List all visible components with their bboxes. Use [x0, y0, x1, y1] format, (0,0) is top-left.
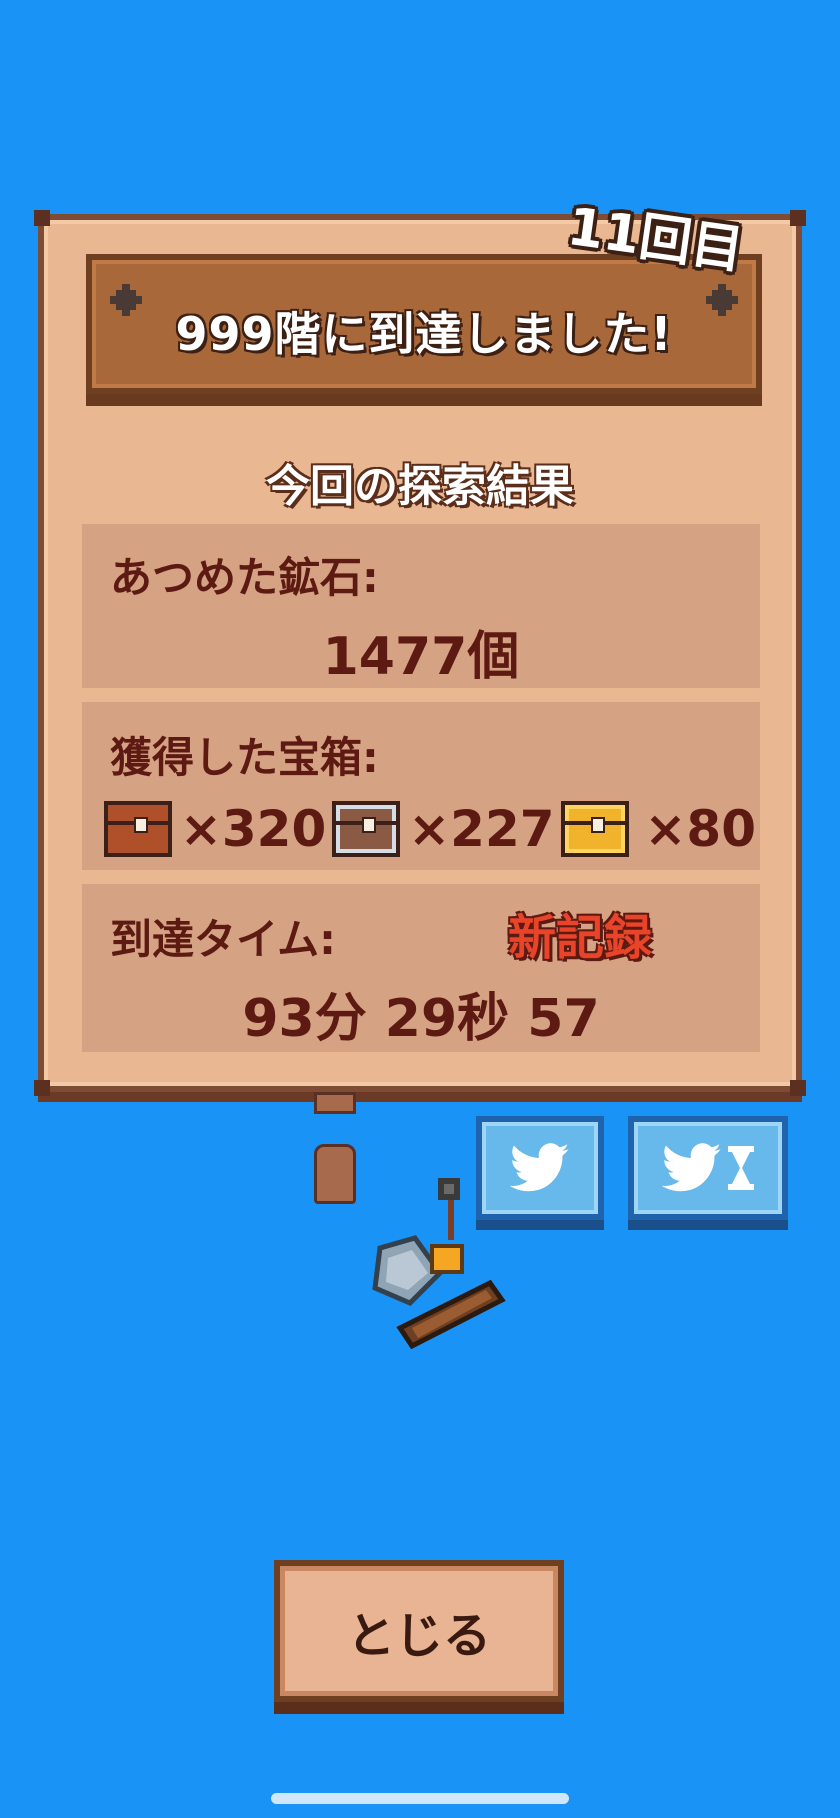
section-title: 今回の探索結果 [266, 461, 574, 512]
home-indicator [271, 1793, 569, 1804]
panel-corner [790, 1080, 806, 1096]
panel-corner [34, 1080, 50, 1096]
panel-corner [790, 210, 806, 226]
panel-corner [34, 210, 50, 226]
time-value: 93分 29秒 57 [242, 989, 600, 1049]
bronze-chest-count: ×320 [180, 800, 327, 858]
result-banner: 999階に到達しました! [86, 254, 762, 394]
twitter-bird-icon [662, 1143, 721, 1192]
twitter-bird-icon [510, 1143, 569, 1192]
new-record-badge: 新記録 [508, 910, 653, 966]
ore-result-box: あつめた鉱石: 1477個 [82, 524, 760, 688]
ore-label: あつめた鉱石: [110, 553, 379, 602]
rope-segment [314, 1092, 356, 1114]
close-button[interactable]: とじる [274, 1560, 564, 1702]
chest-result-box: 獲得した宝箱: ×320 ×227 ×80 [82, 702, 760, 870]
ore-count: 1477個 [322, 627, 520, 687]
silver-chest-count: ×227 [408, 800, 555, 858]
chest-label: 獲得した宝箱: [110, 733, 379, 782]
time-result-box: 到達タイム: 新記録 93分 29秒 57 [82, 884, 760, 1052]
hourglass-icon [728, 1146, 754, 1190]
bronze-chest-icon [104, 801, 172, 857]
silver-chest-icon [332, 801, 401, 857]
time-label: 到達タイム: [110, 915, 336, 964]
twitter-share-button[interactable] [476, 1116, 604, 1220]
gold-chest-count: ×80 [644, 800, 757, 858]
gold-chest-icon [560, 801, 629, 857]
twitter-time-share-button[interactable] [628, 1116, 788, 1220]
rope-anchor [314, 1144, 356, 1204]
banner-title: 999階に到達しました! [175, 307, 673, 361]
chest-counts: ×320 ×227 ×80 [104, 800, 762, 858]
result-panel: 999階に到達しました! 今回の探索結果 あつめた鉱石: 1477個 獲得した宝… [34, 210, 806, 1096]
